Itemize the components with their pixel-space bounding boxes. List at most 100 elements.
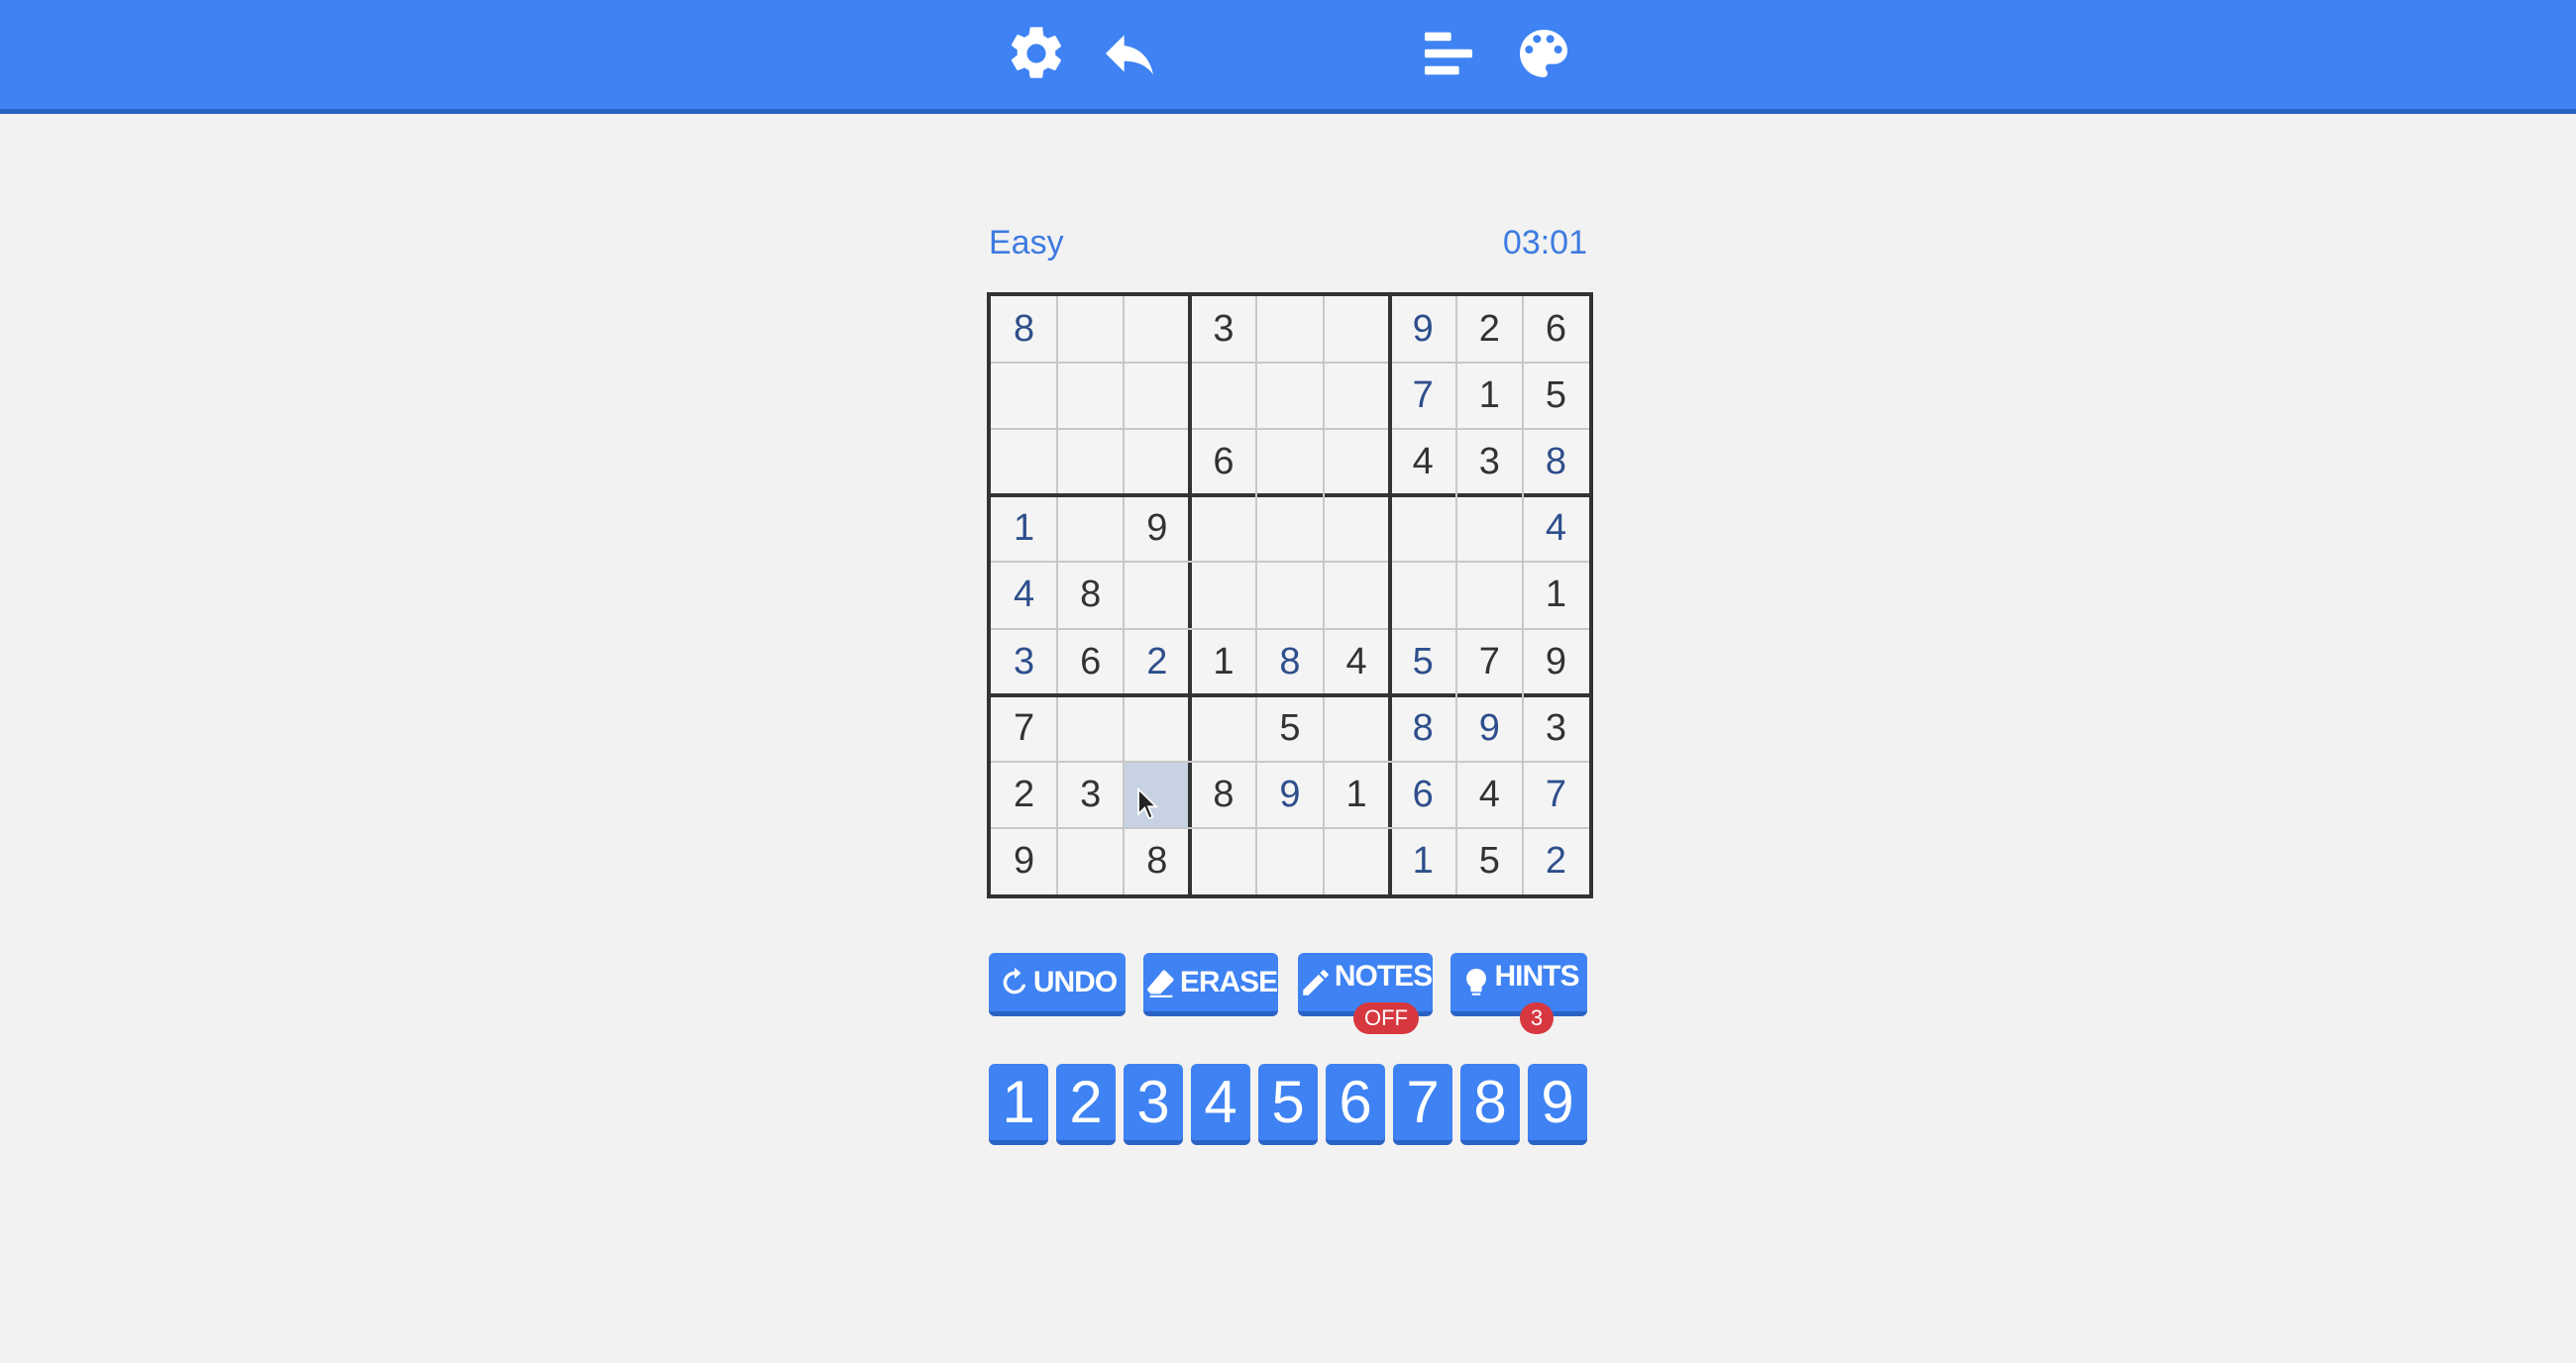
board-cell[interactable] <box>1390 495 1456 562</box>
board-cell[interactable] <box>1190 695 1256 762</box>
board-cell[interactable]: 8 <box>1057 562 1124 628</box>
number-button-2[interactable]: 2 <box>1056 1064 1116 1145</box>
board-cell[interactable] <box>1057 296 1124 363</box>
game-header: Easy 03:01 <box>989 224 1587 269</box>
board-cell[interactable]: 4 <box>1456 762 1523 828</box>
board-cell[interactable]: 8 <box>1523 429 1589 495</box>
board-cell[interactable]: 8 <box>991 296 1057 363</box>
board-cell[interactable]: 8 <box>1256 629 1323 695</box>
board-cell[interactable]: 2 <box>1124 629 1190 695</box>
board-cell[interactable]: 7 <box>1523 762 1589 828</box>
board-cell[interactable] <box>1190 562 1256 628</box>
undo-button[interactable]: UNDO <box>989 953 1126 1016</box>
gear-icon[interactable] <box>999 18 1074 89</box>
board-cell[interactable]: 1 <box>1390 828 1456 894</box>
board-cell[interactable]: 6 <box>1390 762 1456 828</box>
number-button-9[interactable]: 9 <box>1528 1064 1587 1145</box>
number-button-4[interactable]: 4 <box>1191 1064 1250 1145</box>
number-pad: 123456789 <box>989 1064 1587 1149</box>
board-cell[interactable] <box>1456 495 1523 562</box>
undo-arrow-icon[interactable] <box>1092 18 1167 89</box>
board-cell[interactable]: 4 <box>1523 495 1589 562</box>
number-button-6[interactable]: 6 <box>1326 1064 1385 1145</box>
board-cell[interactable] <box>1190 363 1256 429</box>
board-cell[interactable] <box>1256 562 1323 628</box>
number-button-1[interactable]: 1 <box>989 1064 1048 1145</box>
board-cell[interactable]: 4 <box>1324 629 1390 695</box>
board-cell[interactable] <box>1057 495 1124 562</box>
board-cell[interactable] <box>991 429 1057 495</box>
number-button-5[interactable]: 5 <box>1258 1064 1318 1145</box>
board-cell[interactable]: 8 <box>1190 762 1256 828</box>
board-cell[interactable]: 9 <box>1256 762 1323 828</box>
board-cell[interactable]: 2 <box>991 762 1057 828</box>
board-cell[interactable]: 9 <box>1390 296 1456 363</box>
board-cell[interactable]: 7 <box>1456 629 1523 695</box>
board-cell[interactable]: 6 <box>1057 629 1124 695</box>
board-cell[interactable]: 3 <box>991 629 1057 695</box>
leaderboard-icon[interactable] <box>1411 18 1486 89</box>
board-cell[interactable] <box>1124 296 1190 363</box>
board-cell[interactable] <box>1324 562 1390 628</box>
board-cell[interactable]: 6 <box>1190 429 1256 495</box>
board-cell[interactable]: 1 <box>1456 363 1523 429</box>
grid-line <box>991 627 1589 630</box>
board-cell[interactable] <box>1057 363 1124 429</box>
notes-button[interactable]: NOTES OFF <box>1298 953 1433 1034</box>
board-cell[interactable]: 9 <box>1523 629 1589 695</box>
hints-button[interactable]: HINTS 3 <box>1450 953 1587 1034</box>
number-button-8[interactable]: 8 <box>1460 1064 1520 1145</box>
board-cell[interactable] <box>1456 562 1523 628</box>
board-cell[interactable]: 3 <box>1523 695 1589 762</box>
board-cell[interactable] <box>1057 828 1124 894</box>
board-cell[interactable] <box>1324 429 1390 495</box>
board-cell[interactable]: 3 <box>1456 429 1523 495</box>
board-cell[interactable]: 9 <box>1456 695 1523 762</box>
board-cell[interactable] <box>991 363 1057 429</box>
board-cell[interactable]: 5 <box>1456 828 1523 894</box>
board-cell[interactable]: 2 <box>1456 296 1523 363</box>
board-cell[interactable] <box>1324 695 1390 762</box>
number-button-3[interactable]: 3 <box>1124 1064 1183 1145</box>
board-cell[interactable] <box>1324 363 1390 429</box>
erase-button[interactable]: ERASE <box>1143 953 1278 1016</box>
board-cell[interactable] <box>1256 429 1323 495</box>
board-cell[interactable]: 1 <box>1324 762 1390 828</box>
board-cell[interactable]: 7 <box>1390 363 1456 429</box>
board-cell[interactable] <box>1124 363 1190 429</box>
board-cell[interactable]: 2 <box>1523 828 1589 894</box>
board-cell[interactable] <box>1324 296 1390 363</box>
board-cell[interactable] <box>1324 495 1390 562</box>
board-cell[interactable] <box>1256 828 1323 894</box>
board-cell[interactable]: 5 <box>1390 629 1456 695</box>
board-cell[interactable]: 1 <box>1190 629 1256 695</box>
board-cell[interactable]: 9 <box>991 828 1057 894</box>
number-button-7[interactable]: 7 <box>1393 1064 1452 1145</box>
board-cell[interactable] <box>1256 363 1323 429</box>
board-cell[interactable] <box>1390 562 1456 628</box>
board-cell[interactable]: 4 <box>1390 429 1456 495</box>
board-cell[interactable]: 1 <box>991 495 1057 562</box>
board-cell[interactable] <box>1124 695 1190 762</box>
board-cell[interactable] <box>1124 562 1190 628</box>
board-cell[interactable]: 7 <box>991 695 1057 762</box>
board-cell[interactable] <box>1324 828 1390 894</box>
board-cell[interactable] <box>1190 495 1256 562</box>
board-cell[interactable]: 3 <box>1190 296 1256 363</box>
board-cell[interactable]: 5 <box>1256 695 1323 762</box>
board-cell[interactable] <box>1057 695 1124 762</box>
palette-icon[interactable] <box>1506 18 1581 89</box>
board-cell[interactable]: 6 <box>1523 296 1589 363</box>
board-cell[interactable] <box>1256 296 1323 363</box>
board-cell[interactable] <box>1256 495 1323 562</box>
board-cell[interactable]: 8 <box>1124 828 1190 894</box>
board-cell[interactable] <box>1124 429 1190 495</box>
board-cell[interactable]: 4 <box>991 562 1057 628</box>
board-cell[interactable]: 8 <box>1390 695 1456 762</box>
board-cell[interactable]: 1 <box>1523 562 1589 628</box>
board-cell[interactable]: 3 <box>1057 762 1124 828</box>
board-cell[interactable]: 9 <box>1124 495 1190 562</box>
board-cell[interactable] <box>1057 429 1124 495</box>
board-cell[interactable]: 5 <box>1523 363 1589 429</box>
board-cell[interactable] <box>1190 828 1256 894</box>
